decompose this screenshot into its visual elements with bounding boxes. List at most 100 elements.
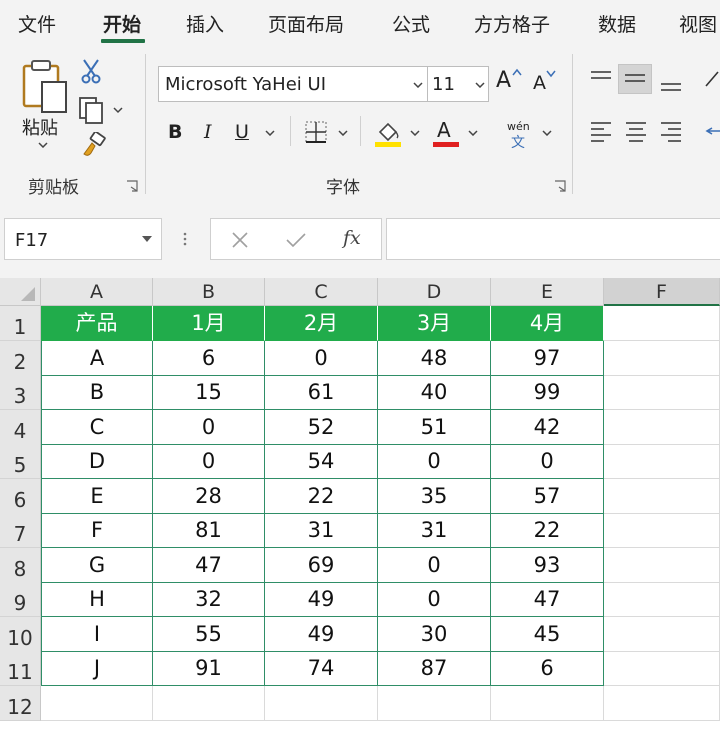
cell-a3[interactable]: B (41, 375, 153, 410)
tab-home[interactable]: 开始 (103, 10, 141, 37)
row-header-10[interactable]: 10 (0, 616, 41, 652)
align-top-icon[interactable] (590, 70, 612, 88)
cell-a4[interactable]: C (41, 409, 153, 445)
shrink-font-button[interactable]: A (533, 72, 546, 94)
cell-b6[interactable]: 28 (153, 478, 265, 514)
cell-d2[interactable]: 48 (378, 340, 491, 376)
align-center-icon[interactable] (625, 120, 647, 142)
align-middle-button[interactable] (618, 64, 652, 94)
font-color-button[interactable]: A (437, 118, 451, 142)
row-header-5[interactable]: 5 (0, 444, 41, 479)
copy-icon[interactable] (78, 96, 126, 124)
cell-a1[interactable]: 产品 (41, 306, 153, 341)
font-size-select[interactable]: 11 (427, 66, 489, 102)
grip-icon[interactable] (182, 231, 188, 247)
cell-e7[interactable]: 22 (491, 513, 604, 548)
row-header-6[interactable]: 6 (0, 478, 41, 514)
cell-b8[interactable]: 47 (153, 547, 265, 583)
cell-c8[interactable]: 69 (265, 547, 378, 583)
cell-b2[interactable]: 6 (153, 340, 265, 376)
cell-d5[interactable]: 0 (378, 444, 491, 479)
chevron-down-icon[interactable] (338, 130, 348, 136)
row-header-8[interactable]: 8 (0, 547, 41, 583)
cell-e5[interactable]: 0 (491, 444, 604, 479)
cell-b1[interactable]: 1月 (153, 306, 265, 341)
cell-c9[interactable]: 49 (265, 582, 378, 617)
cell-e11[interactable]: 6 (491, 651, 604, 686)
cell-a6[interactable]: E (41, 478, 153, 514)
cell-e1[interactable]: 4月 (491, 306, 604, 341)
cell-c10[interactable]: 49 (265, 616, 378, 652)
cell-d4[interactable]: 51 (378, 409, 491, 445)
cell-a2[interactable]: A (41, 340, 153, 376)
fill-color-icon[interactable] (374, 118, 402, 148)
cell-b10[interactable]: 55 (153, 616, 265, 652)
tab-file[interactable]: 文件 (18, 10, 56, 37)
cell-f9[interactable] (604, 582, 720, 617)
cell-d3[interactable]: 40 (378, 375, 491, 410)
indent-icon[interactable] (704, 120, 720, 142)
cell-c5[interactable]: 54 (265, 444, 378, 479)
cell-d7[interactable]: 31 (378, 513, 491, 548)
chevron-down-icon[interactable] (468, 130, 478, 136)
cell-a11[interactable]: J (41, 651, 153, 686)
cancel-icon[interactable] (231, 231, 249, 249)
column-header-d[interactable]: D (378, 278, 491, 306)
row-header-2[interactable]: 2 (0, 340, 41, 376)
column-header-f[interactable]: F (604, 278, 720, 306)
cell-b5[interactable]: 0 (153, 444, 265, 479)
cell-e4[interactable]: 42 (491, 409, 604, 445)
cell-e2[interactable]: 97 (491, 340, 604, 376)
cell-f6[interactable] (604, 478, 720, 514)
cell-c3[interactable]: 61 (265, 375, 378, 410)
align-bottom-icon[interactable] (660, 76, 682, 94)
cell-d6[interactable]: 35 (378, 478, 491, 514)
cell-c7[interactable]: 31 (265, 513, 378, 548)
cell-f5[interactable] (604, 444, 720, 479)
cell-a8[interactable]: G (41, 547, 153, 583)
format-painter-icon[interactable] (80, 132, 106, 158)
column-header-b[interactable]: B (153, 278, 265, 306)
chevron-down-icon[interactable] (410, 130, 420, 136)
borders-icon[interactable] (304, 120, 328, 144)
grow-font-button[interactable]: A (496, 68, 511, 93)
cell-c12[interactable] (265, 685, 378, 721)
orientation-icon[interactable] (704, 68, 720, 90)
align-right-icon[interactable] (660, 120, 682, 142)
cell-b3[interactable]: 15 (153, 375, 265, 410)
cell-d11[interactable]: 87 (378, 651, 491, 686)
cell-d1[interactable]: 3月 (378, 306, 491, 341)
cell-e6[interactable]: 57 (491, 478, 604, 514)
chevron-down-icon[interactable] (542, 130, 552, 136)
cell-a10[interactable]: I (41, 616, 153, 652)
bold-button[interactable]: B (168, 121, 182, 143)
select-all-button[interactable] (0, 278, 41, 306)
row-header-4[interactable]: 4 (0, 409, 41, 445)
row-header-12[interactable]: 12 (0, 685, 41, 721)
cell-e9[interactable]: 47 (491, 582, 604, 617)
enter-icon[interactable] (285, 231, 307, 249)
cell-a5[interactable]: D (41, 444, 153, 479)
cell-a7[interactable]: F (41, 513, 153, 548)
tab-insert[interactable]: 插入 (186, 10, 224, 37)
cell-c2[interactable]: 0 (265, 340, 378, 376)
tab-formulas[interactable]: 公式 (392, 10, 430, 37)
cell-f11[interactable] (604, 651, 720, 686)
insert-function-button[interactable]: fx (343, 227, 361, 249)
cell-e12[interactable] (491, 685, 604, 721)
cell-a12[interactable] (41, 685, 153, 721)
cell-c1[interactable]: 2月 (265, 306, 378, 341)
cell-e8[interactable]: 93 (491, 547, 604, 583)
cell-f1[interactable] (604, 306, 720, 341)
cell-f4[interactable] (604, 409, 720, 445)
column-header-a[interactable]: A (41, 278, 153, 306)
align-left-icon[interactable] (590, 120, 612, 142)
underline-button[interactable]: U (235, 121, 249, 143)
row-header-11[interactable]: 11 (0, 651, 41, 686)
row-header-3[interactable]: 3 (0, 375, 41, 410)
cell-b9[interactable]: 32 (153, 582, 265, 617)
formula-input[interactable] (386, 218, 720, 260)
tab-fangfang[interactable]: 方方格子 (474, 10, 550, 37)
cell-d9[interactable]: 0 (378, 582, 491, 617)
column-header-e[interactable]: E (491, 278, 604, 306)
